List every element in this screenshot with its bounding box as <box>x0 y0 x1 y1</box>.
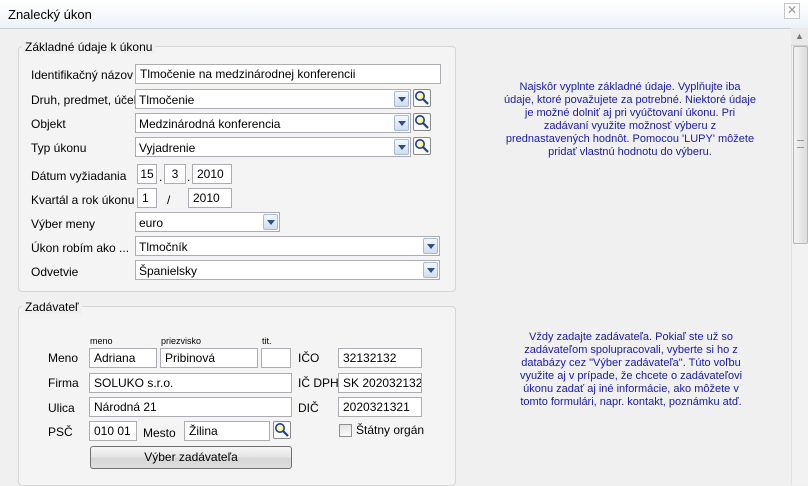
meno-input[interactable]: Adriana <box>89 348 157 368</box>
window-title: Znalecký úkon <box>8 7 92 22</box>
mena-label: Výber meny <box>31 217 96 231</box>
typ-label: Typ úkonu <box>31 141 87 155</box>
ulica-input[interactable]: Národná 21 <box>89 397 292 417</box>
firma-label: Firma <box>48 376 79 390</box>
ako-value: Tlmočník <box>139 240 188 254</box>
druh-label: Druh, predmet, účel <box>31 93 137 107</box>
magnifier-icon <box>415 91 429 105</box>
mesto-input[interactable]: Žilina <box>184 421 270 441</box>
mena-value: euro <box>139 216 164 230</box>
magnifier-icon <box>415 115 429 129</box>
magnifier-icon <box>275 423 289 437</box>
datum-label: Dátum vyžiadania <box>31 169 127 183</box>
dic-input[interactable]: 2020321321 <box>338 397 422 417</box>
kvartal-input[interactable]: 1 <box>137 188 157 208</box>
close-icon[interactable]: ✕ <box>784 3 800 19</box>
meno-hint: meno <box>90 336 113 346</box>
chevron-down-icon[interactable] <box>394 115 409 131</box>
icdph-label: IČ DPH <box>298 376 339 390</box>
title-bar <box>0 0 808 29</box>
mesto-lookup-button[interactable] <box>273 421 291 439</box>
chevron-down-icon[interactable] <box>263 214 278 230</box>
ulica-label: Ulica <box>48 401 75 415</box>
date-separator: . <box>187 170 191 184</box>
mena-select[interactable]: euro <box>135 212 280 232</box>
icdph-input[interactable]: SK 2020321321 <box>338 373 422 393</box>
statny-organ-checkbox[interactable] <box>339 424 352 437</box>
ako-label: Úkon robím ako ... <box>31 241 130 255</box>
priezvisko-hint: priezvisko <box>161 336 202 346</box>
chevron-down-icon[interactable] <box>423 238 438 254</box>
client-help-text: Vždy zadajte zadávateľa. Pokiaľ ste už s… <box>519 331 743 408</box>
objekt-value: Medzinárodná konferencia <box>139 117 281 131</box>
datum-day-input[interactable]: 15 <box>137 164 157 184</box>
ako-select[interactable]: Tlmočník <box>135 236 440 256</box>
ico-label: IČO <box>298 351 320 365</box>
firma-input[interactable]: SOLUKO s.r.o. <box>89 373 292 393</box>
mesto-label: Mesto <box>143 426 176 440</box>
objekt-label: Objekt <box>31 117 66 131</box>
objekt-select[interactable]: Medzinárodná konferencia <box>135 113 411 133</box>
typ-value: Vyjadrenie <box>139 141 196 155</box>
kvartal-year-input[interactable]: 2010 <box>188 188 232 208</box>
odvetvie-value: Španielsky <box>139 264 198 278</box>
odvetvie-select[interactable]: Španielsky <box>135 260 440 280</box>
datum-year-input[interactable]: 2010 <box>192 164 232 184</box>
kvartal-label: Kvartál a rok úkonu <box>31 193 135 207</box>
druh-value: Tlmočenie <box>139 93 195 107</box>
chevron-down-icon[interactable] <box>394 91 409 107</box>
tit-hint: tit. <box>262 336 272 346</box>
date-separator: . <box>159 170 163 184</box>
chevron-down-icon[interactable] <box>394 139 409 155</box>
dic-label: DIČ <box>298 401 319 415</box>
id-label: Identifikačný názov <box>31 68 134 82</box>
chevron-down-icon[interactable] <box>423 262 438 278</box>
psc-input[interactable]: 010 01 <box>89 421 137 441</box>
titul-input[interactable] <box>261 348 291 368</box>
typ-lookup-button[interactable] <box>413 137 431 155</box>
client-legend: Zadávateľ <box>22 300 82 314</box>
magnifier-icon <box>415 139 429 153</box>
datum-month-input[interactable]: 3 <box>164 164 186 184</box>
statny-organ-label: Štátny orgán <box>356 423 425 437</box>
kvartal-separator: / <box>167 193 171 207</box>
odvetvie-label: Odvetvie <box>31 265 79 279</box>
select-client-button[interactable]: Výber zadávateľa <box>90 446 292 469</box>
priezvisko-input[interactable]: Pribinová <box>160 348 258 368</box>
ico-input[interactable]: 32132132 <box>338 348 422 368</box>
basic-help-text: Najskôr vyplnte základné údaje. Vyplňujt… <box>504 81 756 158</box>
meno-label: Meno <box>48 351 79 365</box>
psc-label: PSČ <box>48 425 73 439</box>
druh-select[interactable]: Tlmočenie <box>135 89 411 109</box>
id-input[interactable]: Tlmočenie na medzinárodnej konferencii <box>135 64 441 84</box>
scrollbar-grip-icon <box>797 140 804 148</box>
objekt-lookup-button[interactable] <box>413 113 431 131</box>
druh-lookup-button[interactable] <box>413 89 431 107</box>
scroll-up-button[interactable]: ▲ <box>791 28 808 46</box>
basic-info-legend: Základné údaje k úkonu <box>22 40 156 54</box>
typ-select[interactable]: Vyjadrenie <box>135 137 411 157</box>
